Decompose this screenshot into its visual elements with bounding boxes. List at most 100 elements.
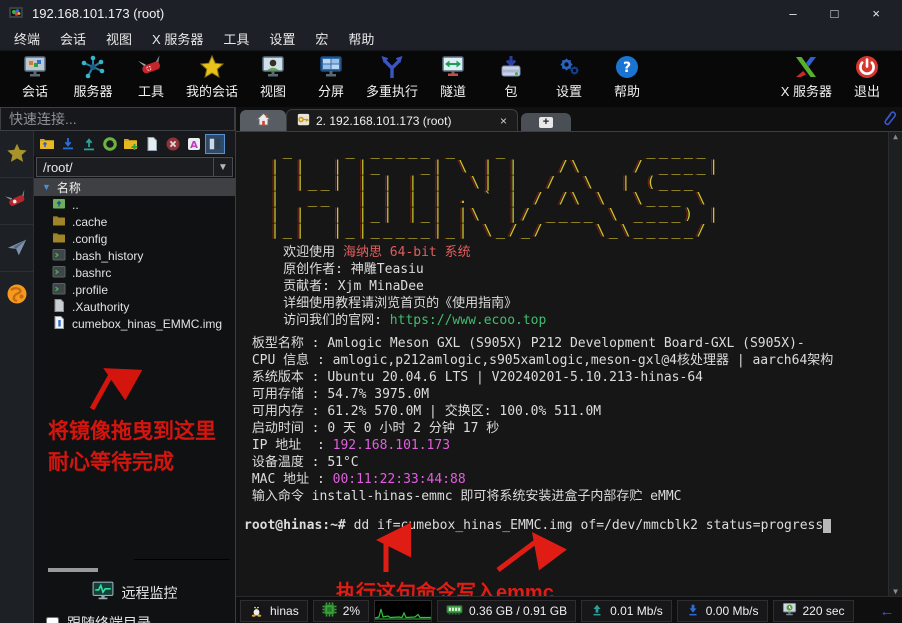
toolbar-button-session[interactable]: 会话 [6, 53, 64, 101]
follow-terminal-checkbox[interactable] [46, 617, 59, 623]
menu-item-0[interactable]: 终端 [4, 29, 50, 48]
shell-prompt: root@hinas:~# [244, 518, 354, 533]
file-row[interactable]: .Xauthority [34, 298, 235, 315]
toolbar-button-tunnel[interactable]: 隧道 [424, 53, 482, 101]
maximize-button[interactable]: □ [831, 6, 839, 21]
panel-toggle-icon[interactable] [206, 135, 224, 153]
menu-item-4[interactable]: 工具 [213, 29, 259, 48]
file-name: .config [72, 232, 107, 246]
toolbar-label: 包 [505, 81, 518, 100]
minimize-button[interactable]: – [789, 6, 796, 21]
tools-icon [138, 54, 164, 80]
file-script-icon [52, 247, 66, 265]
upload-icon[interactable] [80, 135, 98, 153]
toolbar-label: 工具 [138, 81, 164, 100]
tab-close-icon[interactable]: × [486, 114, 507, 128]
horizontal-scrollbar[interactable] [48, 568, 98, 572]
file-row[interactable]: .profile [34, 281, 235, 298]
terminal-cursor [823, 519, 831, 533]
terminal[interactable]: _ _ _____ _ _ _____ | | | |_ _| \ | | /\… [236, 132, 902, 596]
new-folder-icon[interactable] [122, 135, 140, 153]
toolbar-button-settings[interactable]: 设置 [540, 53, 598, 101]
paperclip-icon[interactable] [881, 110, 898, 130]
toolbar-button-my-sessions[interactable]: 我的会话 [180, 53, 244, 101]
web-tab[interactable] [0, 272, 33, 318]
new-tab-button[interactable]: + [521, 113, 571, 131]
menu-item-2[interactable]: 视图 [96, 29, 142, 48]
file-list: ...cache .config.bash_history .bashrc.prof… [34, 196, 235, 332]
toolbar: 会话服务器工具 我的会话视图分屏多重执行 隧道 包 设置?帮助 X 服务器退出 [0, 51, 902, 107]
file-row[interactable]: .cache [34, 213, 235, 230]
install-hint-line: 输入命令 install-hinas-emmc 即可将系统安装进盒子内部存贮 e… [244, 488, 902, 505]
svg-text:A: A [190, 140, 198, 151]
nav-left-icon[interactable]: ← [880, 603, 895, 620]
toolbar-button-servers[interactable]: 服务器 [64, 53, 122, 101]
file-row[interactable]: .config [34, 230, 235, 247]
quick-connect-input[interactable] [0, 107, 235, 131]
toolbar-button-view[interactable]: 视图 [244, 53, 302, 101]
toolbar-label: 隧道 [440, 81, 466, 100]
scroll-up-icon[interactable]: ▲ [893, 132, 898, 141]
remote-monitoring-button[interactable]: 远程监控 [34, 581, 235, 604]
file-row[interactable]: .. [34, 196, 235, 213]
cpu-status: 2% [313, 600, 369, 622]
home-tab[interactable] [240, 110, 286, 131]
terminal-scrollbar[interactable]: ▲ ▼ [888, 132, 902, 596]
menu-item-6[interactable]: 宏 [305, 29, 338, 48]
favorites-tab[interactable] [0, 131, 33, 178]
file-row[interactable]: cumebox_hinas_EMMC.img [34, 315, 235, 332]
host-status: hinas [240, 600, 308, 622]
active-session-tab[interactable]: 2. 192.168.101.173 (root) × [286, 109, 518, 131]
menu-item-1[interactable]: 会话 [50, 29, 96, 48]
sysinfo-line: 设备温度 : 51°C [244, 454, 902, 471]
follow-terminal-checkbox-row: 跟随终端目录 [46, 613, 151, 623]
refresh-icon[interactable] [101, 135, 119, 153]
paper-plane-icon [6, 236, 28, 261]
mobaxterm-window: 192.168.101.173 (root) – □ × 终端会话视图X 服务器… [0, 0, 902, 623]
toolbar-label: 我的会话 [186, 81, 238, 100]
file-folder-icon [52, 230, 66, 248]
tools-tab[interactable] [0, 178, 33, 225]
toolbar-button-xserver[interactable]: X 服务器 [775, 53, 838, 101]
file-row[interactable]: .bash_history [34, 247, 235, 264]
status-bar: hinas 2% 0.36 GB / 0.91 GB [236, 596, 902, 623]
menu-item-5[interactable]: 设置 [259, 29, 305, 48]
close-button[interactable]: × [872, 6, 880, 21]
download-icon[interactable] [59, 135, 77, 153]
split-icon [318, 54, 344, 80]
sidebar-icon-strip [0, 131, 34, 623]
toolbar-button-tools[interactable]: 工具 [122, 53, 180, 101]
delete-icon[interactable] [164, 135, 182, 153]
file-name: .bashrc [72, 266, 111, 280]
path-dropdown[interactable]: /root/ ▼ [36, 157, 233, 177]
xserver-icon [793, 54, 819, 80]
command-line[interactable]: root@hinas:~# dd if=cumebox_hinas_EMMC.i… [244, 517, 902, 534]
toolbar-button-multiexec[interactable]: 多重执行 [360, 53, 424, 101]
rename-icon[interactable]: A [185, 135, 203, 153]
file-name: .. [72, 198, 79, 212]
folder-up-icon[interactable] [38, 135, 56, 153]
tux-icon [249, 602, 264, 620]
file-script-icon [52, 281, 66, 299]
scroll-down-icon[interactable]: ▼ [893, 587, 898, 596]
ram-icon [446, 602, 463, 620]
sort-triangle-icon: ▼ [42, 182, 51, 192]
new-file-icon[interactable] [143, 135, 161, 153]
menu-item-7[interactable]: 帮助 [338, 29, 384, 48]
sessions-send-tab[interactable] [0, 225, 33, 272]
toolbar-button-exit[interactable]: 退出 [838, 53, 896, 101]
toolbar-button-help[interactable]: ?帮助 [598, 53, 656, 101]
toolbar-button-split[interactable]: 分屏 [302, 53, 360, 101]
toolbar-label: 多重执行 [366, 81, 418, 100]
sysinfo-line: 启动时间 : 0 天 0 小时 2 分钟 17 秒 [244, 420, 902, 437]
sysinfo-line: 板型名称 : Amlogic Meson GXL (S905X) P212 De… [244, 335, 902, 352]
sidebar: A /root/ ▼ ▼ 名称 ...cache.confi [0, 107, 236, 623]
view-icon [260, 54, 286, 80]
file-row[interactable]: .bashrc [34, 264, 235, 281]
menu-item-3[interactable]: X 服务器 [142, 29, 213, 48]
home-icon [256, 112, 271, 130]
sysinfo-line: CPU 信息 : amlogic,p212amlogic,s905xamlogi… [244, 352, 902, 369]
toolbar-button-packages[interactable]: 包 [482, 53, 540, 101]
name-column-header[interactable]: ▼ 名称 [34, 178, 235, 196]
plus-icon: + [539, 117, 553, 128]
